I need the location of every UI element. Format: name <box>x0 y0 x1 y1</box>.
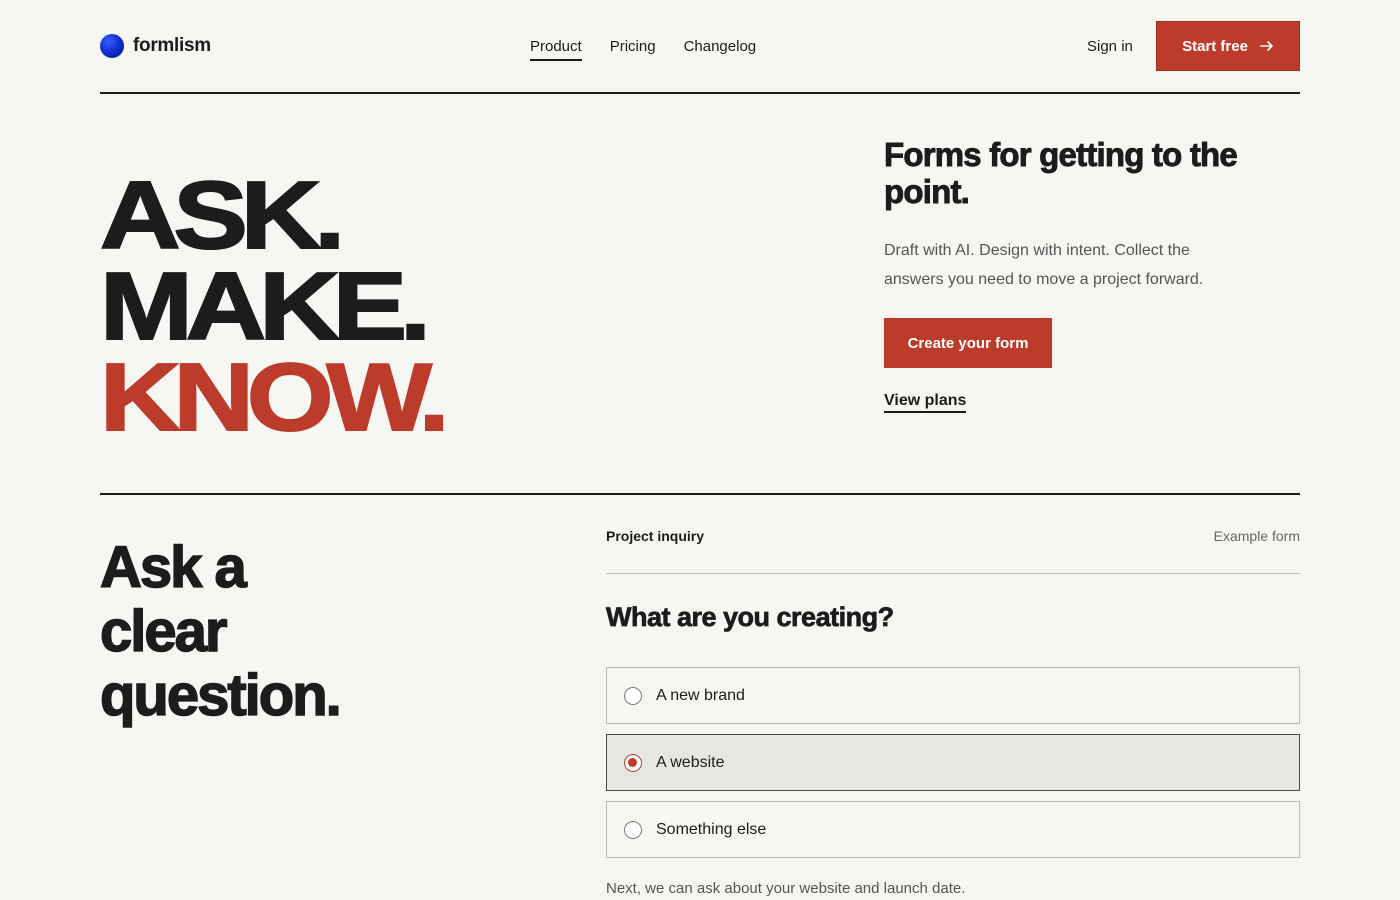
form-header: Project inquiry Example form <box>606 496 1300 574</box>
form-demo-section: Ask a clear question. Project inquiry Ex… <box>99 496 1300 900</box>
section-title-line: clear <box>99 599 228 665</box>
logo-mark-icon <box>100 34 124 58</box>
site-header: formlism Product Pricing Changelog Sign … <box>100 0 1300 94</box>
radio-unchecked-icon[interactable] <box>624 686 642 705</box>
hero-big-words: ASK. MAKE. KNOW. <box>99 167 451 447</box>
answer-options: A new brand A website Something else <box>606 667 1300 858</box>
section-title-line: question. <box>99 663 342 729</box>
hero-word-ask: ASK. <box>99 162 347 269</box>
logo[interactable]: formlism <box>100 34 211 58</box>
form-next-note: Next, we can ask about your website and … <box>606 880 966 897</box>
example-form: Project inquiry Example form What are yo… <box>606 496 1300 897</box>
radio-unchecked-icon[interactable] <box>624 820 642 839</box>
form-tag: Example form <box>1213 527 1300 544</box>
option-label: A website <box>656 753 725 771</box>
sign-in-link[interactable]: Sign in <box>1087 38 1133 55</box>
start-free-label: Start free <box>1182 37 1248 55</box>
nav-item-changelog[interactable]: Changelog <box>684 38 757 61</box>
hero-word-know: KNOW. <box>99 344 451 451</box>
logo-text: formlism <box>133 35 211 56</box>
option-website[interactable]: A website <box>606 734 1300 791</box>
option-label: Something else <box>656 820 767 838</box>
arrow-right-icon <box>1260 41 1273 51</box>
hero-section: ASK. MAKE. KNOW. Forms for getting to th… <box>99 94 1300 495</box>
hero-word-make: MAKE. <box>99 253 432 360</box>
radio-checked-icon[interactable] <box>624 753 642 772</box>
hero-title: Forms for getting to the point. <box>884 136 1239 211</box>
option-label: A new brand <box>656 686 745 704</box>
form-name: Project inquiry <box>606 527 705 544</box>
section-title-line: Ask a <box>99 535 247 601</box>
section-title: Ask a clear question. <box>99 535 342 729</box>
hero-description: Draft with AI. Design with intent. Colle… <box>884 242 1204 288</box>
create-form-button[interactable]: Create your form <box>884 318 1052 368</box>
form-question: What are you creating? <box>606 602 895 633</box>
option-new-brand[interactable]: A new brand <box>606 667 1300 724</box>
view-plans-link[interactable]: View plans <box>884 392 967 413</box>
nav-item-product[interactable]: Product <box>530 38 582 61</box>
option-something-else[interactable]: Something else <box>606 801 1300 858</box>
nav-item-pricing[interactable]: Pricing <box>610 38 656 61</box>
main-nav: Product Pricing Changelog <box>530 38 756 61</box>
hero-copy: Forms for getting to the point. Draft wi… <box>884 136 1300 413</box>
start-free-button[interactable]: Start free <box>1156 21 1300 71</box>
